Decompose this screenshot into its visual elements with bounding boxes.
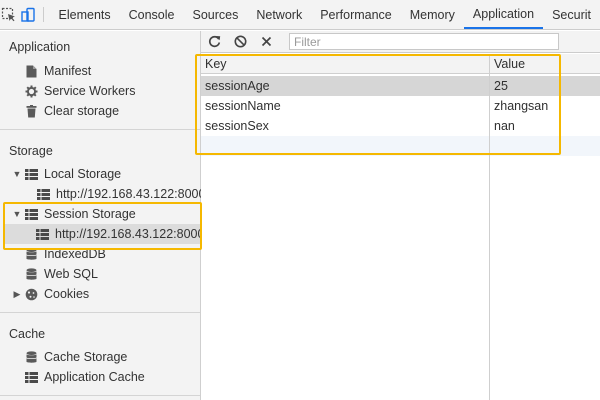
row-value: zhangsan: [494, 99, 549, 113]
sidebar-item-label: http://192.168.43.122:8000: [55, 227, 205, 241]
sidebar-item-label: Application Cache: [44, 370, 145, 384]
tab-network[interactable]: Network: [247, 0, 311, 29]
table-empty-row[interactable]: [201, 136, 600, 156]
expand-triangle-icon[interactable]: ▼: [12, 169, 22, 179]
sidebar-item-label: Web SQL: [44, 267, 98, 281]
storage-toolbar: [201, 31, 600, 53]
sidebar-item-session-origin[interactable]: http://192.168.43.122:8000: [4, 224, 204, 244]
inspect-element-icon[interactable]: [0, 0, 18, 29]
sidebar-item-clear-storage[interactable]: Clear storage: [24, 101, 119, 121]
grid-storage-icon: [24, 207, 38, 221]
grid-storage-icon: [36, 187, 50, 201]
column-header-key[interactable]: Key: [205, 57, 227, 71]
row-key: sessionSex: [205, 119, 269, 133]
grid-storage-icon: [24, 370, 38, 384]
tab-memory[interactable]: Memory: [401, 0, 464, 29]
sidebar-item-local-storage[interactable]: ▼ Local Storage: [12, 164, 122, 184]
collapse-triangle-icon[interactable]: ▶: [12, 289, 22, 300]
tab-performance[interactable]: Performance: [311, 0, 401, 29]
table-row[interactable]: sessionName zhangsan: [201, 96, 600, 116]
section-title-application: Application: [9, 40, 71, 54]
sidebar-item-label: Cookies: [44, 287, 90, 301]
filter-input[interactable]: [289, 33, 559, 50]
refresh-icon: [208, 35, 220, 48]
toolbar-divider: [42, 7, 44, 22]
sidebar-item-local-origin[interactable]: http://192.168.43.122:8000: [36, 184, 205, 204]
column-header-value[interactable]: Value: [494, 57, 525, 71]
section-title-cache: Cache: [9, 327, 46, 341]
gear-icon: [24, 84, 38, 98]
device-toolbar-icon[interactable]: [18, 0, 36, 29]
trash-icon: [24, 104, 38, 118]
table-row[interactable]: sessionSex nan: [201, 116, 600, 136]
section-divider: [0, 129, 200, 130]
column-divider[interactable]: [489, 54, 490, 400]
clear-all-button[interactable]: [227, 31, 253, 53]
row-value: 25: [494, 79, 508, 93]
sidebar-item-label: Clear storage: [44, 104, 120, 118]
tab-elements[interactable]: Elements: [50, 0, 120, 29]
delete-selected-button[interactable]: [253, 31, 279, 53]
sidebar-item-websql[interactable]: Web SQL: [24, 264, 98, 284]
tab-console[interactable]: Console: [120, 0, 184, 29]
tab-application[interactable]: Application: [463, 0, 544, 29]
row-key: sessionName: [205, 99, 281, 113]
table-header: Key Value: [201, 54, 600, 74]
sidebar-item-manifest[interactable]: Manifest: [24, 61, 91, 81]
storage-table: Key Value sessionAge 25 sessionName zhan…: [201, 54, 600, 400]
manifest-icon: [24, 64, 38, 78]
tab-sources[interactable]: Sources: [184, 0, 248, 29]
devtools-tabbar: Elements Console Sources Network Perform…: [0, 0, 600, 30]
expand-triangle-icon[interactable]: ▼: [12, 209, 22, 219]
database-icon: [24, 350, 38, 364]
grid-storage-icon: [24, 167, 38, 181]
block-icon: [234, 35, 246, 48]
section-divider: [0, 395, 200, 396]
section-divider: [0, 312, 200, 313]
sidebar-item-label: Service Workers: [44, 84, 136, 98]
sidebar-item-label: Cache Storage: [44, 350, 128, 364]
sidebar-item-session-storage[interactable]: ▼ Session Storage: [12, 204, 136, 224]
sidebar-item-label: http://192.168.43.122:8000: [56, 187, 206, 201]
tab-security[interactable]: Securit: [543, 0, 600, 29]
sidebar-item-label: Local Storage: [44, 167, 122, 181]
table-row[interactable]: sessionAge 25: [201, 76, 600, 96]
sidebar-item-indexeddb[interactable]: IndexedDB: [24, 244, 106, 264]
sidebar-item-label: IndexedDB: [44, 247, 106, 261]
application-sidebar: Application Manifest Service Workers Cle…: [0, 31, 205, 400]
close-icon: [261, 36, 271, 47]
sidebar-item-label: Session Storage: [44, 207, 136, 221]
row-value: nan: [494, 119, 515, 133]
grid-storage-icon: [36, 227, 49, 241]
sidebar-item-cookies[interactable]: ▶ Cookies: [12, 284, 90, 304]
section-title-storage: Storage: [9, 144, 53, 158]
cookie-icon: [24, 287, 38, 301]
sidebar-item-application-cache[interactable]: Application Cache: [24, 367, 145, 387]
refresh-button[interactable]: [201, 31, 227, 53]
row-key: sessionAge: [205, 79, 270, 93]
sidebar-item-cache-storage[interactable]: Cache Storage: [24, 347, 127, 367]
database-icon: [24, 247, 38, 261]
database-icon: [24, 267, 38, 281]
sidebar-item-label: Manifest: [44, 64, 92, 78]
sidebar-item-service-workers[interactable]: Service Workers: [24, 81, 135, 101]
